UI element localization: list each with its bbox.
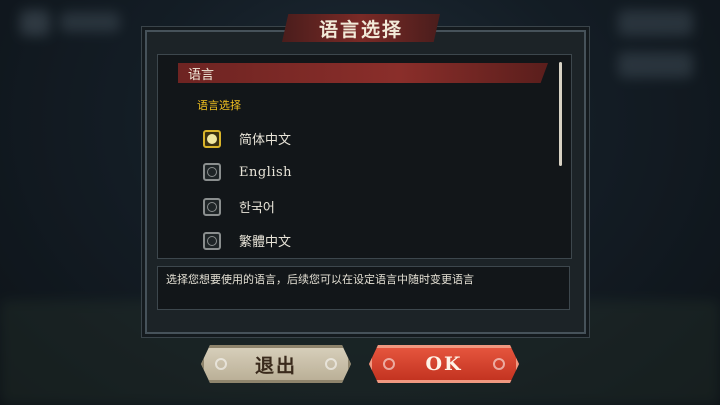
ok-button[interactable]: OK [369, 345, 519, 383]
language-option-english[interactable]: English [203, 163, 292, 181]
exit-button[interactable]: 退出 [201, 345, 351, 383]
option-label: 한국어 [239, 201, 275, 216]
option-label: 繁體中文 [239, 235, 292, 250]
radio-icon[interactable] [203, 163, 221, 181]
option-label: 简体中文 [239, 133, 292, 148]
language-option-simplified-chinese[interactable]: 简体中文 [203, 129, 291, 148]
language-option-traditional-chinese[interactable]: 繁體中文 [203, 231, 291, 250]
language-option-korean[interactable]: 한국어 [203, 197, 275, 216]
dialog-title: 语言选择 [318, 18, 403, 41]
ok-button-label: OK [425, 353, 463, 375]
description-text: 选择您想要使用的语言，后续您可以在设定语言中随时变更语言 [166, 273, 474, 286]
ornament-icon [325, 358, 337, 370]
radio-selected-icon[interactable] [203, 129, 221, 148]
ornament-icon [383, 358, 395, 370]
sub-heading: 语言选择 [197, 99, 241, 112]
option-label: English [239, 164, 293, 180]
radio-icon[interactable] [203, 231, 221, 250]
exit-button-label: 退出 [254, 354, 297, 377]
radio-icon[interactable] [203, 197, 221, 216]
section-label: 语言 [188, 67, 215, 83]
options-panel [157, 54, 572, 259]
section-header: 语言 [178, 63, 548, 83]
scrollbar[interactable] [559, 62, 562, 166]
ornament-icon [215, 358, 227, 370]
description-box: 选择您想要使用的语言，后续您可以在设定语言中随时变更语言 [157, 266, 570, 310]
dialog-title-banner: 语言选择 [282, 14, 440, 42]
ornament-icon [493, 358, 505, 370]
